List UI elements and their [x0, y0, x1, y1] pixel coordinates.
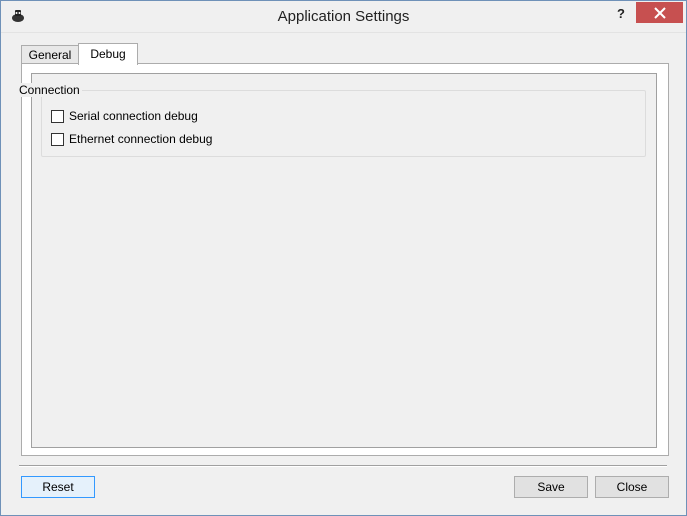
serial-debug-option[interactable]: Serial connection debug — [51, 109, 198, 123]
ethernet-debug-option[interactable]: Ethernet connection debug — [51, 132, 212, 146]
serial-debug-checkbox[interactable] — [51, 109, 64, 123]
close-window-button[interactable] — [636, 2, 683, 23]
connection-groupbox — [41, 90, 646, 157]
close-button[interactable]: Close — [595, 476, 669, 498]
settings-window: Application Settings ? General Debug Con… — [0, 0, 687, 516]
debug-panel — [31, 73, 657, 448]
close-icon — [653, 6, 666, 19]
ethernet-debug-label: Ethernet connection debug — [69, 132, 213, 146]
tab-debug[interactable]: Debug — [78, 43, 138, 65]
reset-button[interactable]: Reset — [21, 476, 95, 498]
connection-group-title: Connection — [17, 83, 82, 97]
window-title: Application Settings — [277, 8, 410, 25]
tab-general[interactable]: General — [21, 45, 79, 64]
footer-separator — [19, 465, 667, 467]
title-bar: Application Settings ? — [1, 1, 686, 33]
help-icon: ? — [617, 6, 625, 21]
save-button[interactable]: Save — [514, 476, 588, 498]
serial-debug-label: Serial connection debug — [69, 109, 198, 123]
ethernet-debug-checkbox[interactable] — [51, 132, 64, 146]
help-button[interactable]: ? — [607, 4, 635, 26]
